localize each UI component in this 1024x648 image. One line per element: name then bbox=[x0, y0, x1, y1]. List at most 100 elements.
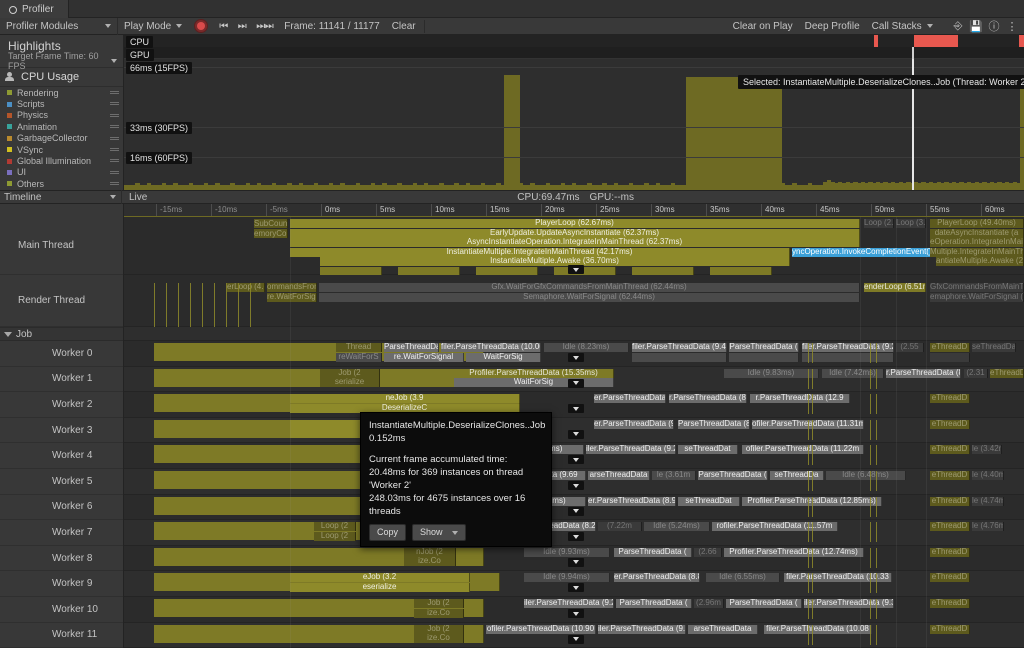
timeline-sample[interactable]: eThreadD bbox=[990, 369, 1024, 378]
timeline-sample[interactable] bbox=[226, 283, 227, 327]
timeline-sample[interactable]: er.ParseThreadData (7. bbox=[594, 394, 666, 403]
timeline-sample[interactable]: ize.Co bbox=[404, 557, 456, 566]
timeline-sample[interactable] bbox=[812, 471, 813, 491]
timeline-sample[interactable]: Loop (2. bbox=[864, 219, 894, 228]
timeline-sample[interactable] bbox=[812, 497, 813, 517]
thread-row-worker-1[interactable]: Worker 1 bbox=[0, 367, 124, 393]
timeline-sample[interactable] bbox=[812, 522, 813, 542]
legend-item-ui[interactable]: UI bbox=[0, 167, 123, 178]
timeline-sample[interactable] bbox=[876, 394, 877, 414]
timeline-sample[interactable]: ParseThreadData ( bbox=[698, 471, 768, 480]
timeline-sample[interactable]: le (4.76m bbox=[972, 522, 1004, 531]
timeline-sample[interactable]: reWaitForS bbox=[336, 353, 382, 362]
expand-chevron-icon[interactable] bbox=[568, 583, 584, 592]
expand-chevron-icon[interactable] bbox=[568, 532, 584, 541]
timeline-sample[interactable]: le (4.74m bbox=[972, 497, 1004, 506]
timeline-sample[interactable] bbox=[870, 522, 871, 542]
thread-row-worker-7[interactable]: Worker 7 bbox=[0, 520, 124, 546]
thread-row-main-thread[interactable]: Main Thread bbox=[0, 217, 124, 275]
timeline-sample[interactable] bbox=[808, 625, 809, 645]
expand-chevron-icon[interactable] bbox=[568, 635, 584, 644]
track-worker-1[interactable]: Job (2Profiler.ParseThreadData (15.35ms)… bbox=[124, 367, 1024, 393]
timeline-sample[interactable]: Loop (2 bbox=[314, 522, 356, 531]
timeline-sample[interactable] bbox=[876, 573, 877, 593]
timeline-sample[interactable]: eOperation.IntegrateInMainThr bbox=[930, 238, 1024, 247]
track-worker-4[interactable]: 7ms)iler.ParseThreadData (9.2seThreadDat… bbox=[124, 443, 1024, 469]
timeline-sample[interactable]: ommandsFromM bbox=[267, 283, 317, 292]
expand-chevron-icon[interactable] bbox=[568, 455, 584, 464]
timeline-sample[interactable]: Idle (5.24ms) bbox=[644, 522, 710, 531]
expand-chevron-icon[interactable] bbox=[568, 353, 584, 362]
timeline-sample[interactable] bbox=[808, 420, 809, 440]
timeline-sample[interactable] bbox=[812, 548, 813, 568]
play-mode-dropdown[interactable]: Play Mode bbox=[118, 18, 188, 35]
live-toggle[interactable]: Live bbox=[122, 192, 154, 203]
timeline-sample[interactable] bbox=[870, 625, 871, 645]
timeline-sample[interactable]: Idle (8.23ms) bbox=[544, 343, 629, 352]
expand-chevron-icon[interactable] bbox=[568, 507, 584, 516]
timeline-sample[interactable]: (2.55 bbox=[896, 343, 924, 352]
timeline-tracks[interactable]: PlayerLoop (62.67ms)Loop (2.Loop (3.Play… bbox=[124, 217, 1024, 648]
drag-handle-icon[interactable] bbox=[110, 159, 119, 163]
timeline-sample[interactable]: eThreadD bbox=[930, 573, 970, 582]
timeline-sample[interactable]: Idle (9.94ms) bbox=[524, 573, 610, 582]
timeline-sample[interactable]: er.ParseThreadData (9.1 bbox=[594, 420, 674, 429]
timeline-sample[interactable] bbox=[202, 283, 203, 327]
timeline-sample[interactable]: Job (2 bbox=[414, 599, 464, 608]
drag-handle-icon[interactable] bbox=[110, 137, 119, 141]
timeline-sample[interactable]: AsyncInstantiateOperation.IntegrateInMai… bbox=[290, 238, 860, 247]
timeline-sample[interactable]: r.ParseThreadData (8.5 bbox=[669, 394, 747, 403]
timeline-sample[interactable] bbox=[808, 573, 809, 593]
deep-profile-toggle[interactable]: Deep Profile bbox=[799, 18, 866, 35]
timeline-sample[interactable]: seThreadDat bbox=[678, 497, 740, 506]
cpu-usage-chart[interactable]: CPU GPU 66ms (15FPS)33ms (30FPS)16ms (60… bbox=[124, 35, 1024, 190]
timeline-sample[interactable] bbox=[178, 283, 179, 327]
timeline-sample[interactable] bbox=[870, 420, 871, 440]
timeline-sample[interactable] bbox=[876, 471, 877, 491]
timeline-sample[interactable]: eThreadD bbox=[930, 548, 970, 557]
track-worker-7[interactable]: Loop (2iler.ParseThreadData (8.24(7.22mI… bbox=[124, 520, 1024, 546]
timeline-sample[interactable]: ize.Co bbox=[414, 609, 464, 618]
timeline-sample[interactable]: re.WaitForSignal bbox=[267, 293, 317, 302]
timeline-sample[interactable] bbox=[870, 573, 871, 593]
timeline-sample[interactable] bbox=[930, 353, 970, 362]
timeline-sample[interactable] bbox=[166, 283, 167, 327]
track-worker-2[interactable]: neJob (3.9er.ParseThreadData (7.r.ParseT… bbox=[124, 392, 1024, 418]
profiler-modules-dropdown[interactable]: Profiler Modules bbox=[0, 18, 118, 35]
timeline-sample[interactable]: eThreadD bbox=[930, 445, 970, 454]
timeline-sample[interactable] bbox=[808, 522, 809, 542]
timeline-sample[interactable] bbox=[154, 283, 155, 327]
last-frame-button[interactable]: ⏭⏭ bbox=[251, 18, 278, 35]
track-worker-5[interactable]: adData (9.69arseThreadDatale (3.61mParse… bbox=[124, 469, 1024, 495]
timeline-sample[interactable]: iler.ParseThreadData (9.22 bbox=[524, 599, 614, 608]
timeline-sample[interactable]: ParseThreadData (8 bbox=[678, 420, 750, 429]
drag-handle-icon[interactable] bbox=[110, 125, 119, 129]
timeline-sample[interactable]: ParseThreadData bbox=[384, 343, 439, 352]
thread-row-worker-0[interactable]: Worker 0 bbox=[0, 341, 124, 367]
legend-item-vsync[interactable]: VSync bbox=[0, 144, 123, 155]
timeline-sample[interactable]: ParseThreadData ( bbox=[614, 548, 692, 557]
timeline-sample[interactable]: r.ParseThreadData (12.9 bbox=[750, 394, 850, 403]
expand-chevron-icon[interactable] bbox=[568, 430, 584, 439]
timeline-sample[interactable] bbox=[214, 283, 215, 327]
timeline-sample[interactable] bbox=[808, 497, 809, 517]
menu-icon[interactable]: ⋮ bbox=[1004, 19, 1020, 34]
legend-item-animation[interactable]: Animation bbox=[0, 121, 123, 132]
timeline-sample[interactable]: enderLoop (6.51m bbox=[864, 283, 926, 292]
legend-item-scripts[interactable]: Scripts bbox=[0, 98, 123, 109]
timeline-sample[interactable] bbox=[812, 445, 813, 465]
timeline-sample[interactable] bbox=[729, 353, 799, 362]
timeline-sample[interactable]: eThreadD bbox=[930, 420, 970, 429]
timeline-sample[interactable]: eThreadD bbox=[930, 497, 970, 506]
timeline-sample[interactable] bbox=[812, 573, 813, 593]
timeline-sample[interactable] bbox=[808, 471, 809, 491]
timeline-sample[interactable]: Multiple.IntegrateInMainThread bbox=[930, 248, 1024, 257]
timeline-sample[interactable]: er.ParseThreadData (8.9 bbox=[588, 497, 676, 506]
timeline-sample[interactable] bbox=[554, 267, 616, 275]
thread-group-job[interactable]: Job bbox=[0, 327, 124, 341]
thread-row-worker-3[interactable]: Worker 3 bbox=[0, 418, 124, 444]
timeline-sample[interactable]: (2.31 bbox=[964, 369, 988, 378]
clear-on-play-toggle[interactable]: Clear on Play bbox=[727, 18, 799, 35]
timeline-sample[interactable]: re.WaitForSignal bbox=[384, 353, 464, 362]
track-job-group-header[interactable] bbox=[124, 327, 1024, 341]
